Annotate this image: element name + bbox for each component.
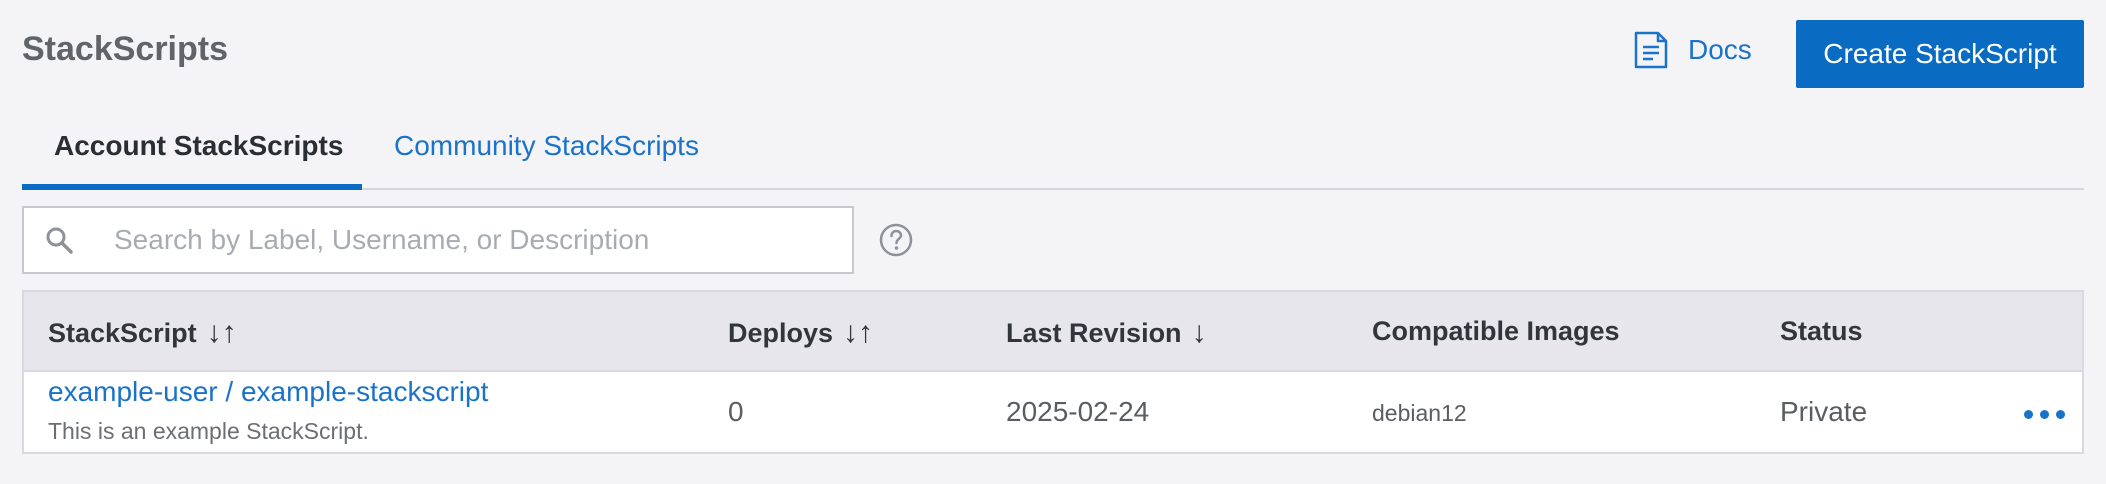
stackscripts-table: StackScript ↓↑ Deploys ↓↑ Last Revision … (22, 290, 2084, 454)
deploys-value: 0 (728, 396, 744, 427)
docs-icon (1634, 31, 1668, 69)
search-box (22, 206, 854, 274)
more-actions-icon[interactable] (2024, 404, 2074, 424)
dot (2024, 409, 2033, 419)
help-icon[interactable] (878, 222, 914, 258)
docs-link[interactable]: Docs (1632, 30, 1752, 70)
sort-icon: ↓↑ (843, 316, 874, 349)
stackscript-name-link[interactable]: example-user / example-stackscript (48, 376, 488, 408)
column-header-compatible-images: Compatible Images (1372, 316, 1620, 346)
table-header: StackScript ↓↑ Deploys ↓↑ Last Revision … (24, 292, 2082, 372)
active-tab-indicator (22, 184, 362, 190)
dot (2040, 409, 2049, 419)
search-input[interactable] (114, 224, 814, 256)
tab-account-stackscripts[interactable]: Account StackScripts (54, 130, 343, 162)
status-value: Private (1780, 396, 1868, 427)
create-stackscript-button[interactable]: Create StackScript (1796, 20, 2084, 88)
column-header-status: Status (1780, 316, 1863, 346)
stackscript-description: This is an example StackScript. (48, 418, 369, 444)
docs-label: Docs (1688, 34, 1752, 65)
last-revision-value: 2025-02-24 (1006, 396, 1150, 427)
page-title: StackScripts (22, 30, 228, 68)
sort-desc-icon: ↓ (1191, 316, 1207, 349)
dot (2056, 409, 2065, 419)
compatible-images-value: debian12 (1372, 400, 1467, 426)
tab-bar: Account StackScripts Community StackScri… (22, 118, 2084, 190)
tab-community-stackscripts[interactable]: Community StackScripts (394, 130, 699, 162)
search-icon (46, 227, 73, 254)
table-row: example-user / example-stackscript This … (24, 374, 2082, 454)
stackscripts-page: StackScripts Docs Create StackScript Acc… (0, 0, 2106, 484)
column-header-stackscript[interactable]: StackScript ↓↑ (48, 316, 237, 350)
column-header-last-revision[interactable]: Last Revision ↓ (1006, 316, 1207, 350)
sort-icon: ↓↑ (206, 316, 237, 349)
column-header-deploys[interactable]: Deploys ↓↑ (728, 316, 873, 350)
